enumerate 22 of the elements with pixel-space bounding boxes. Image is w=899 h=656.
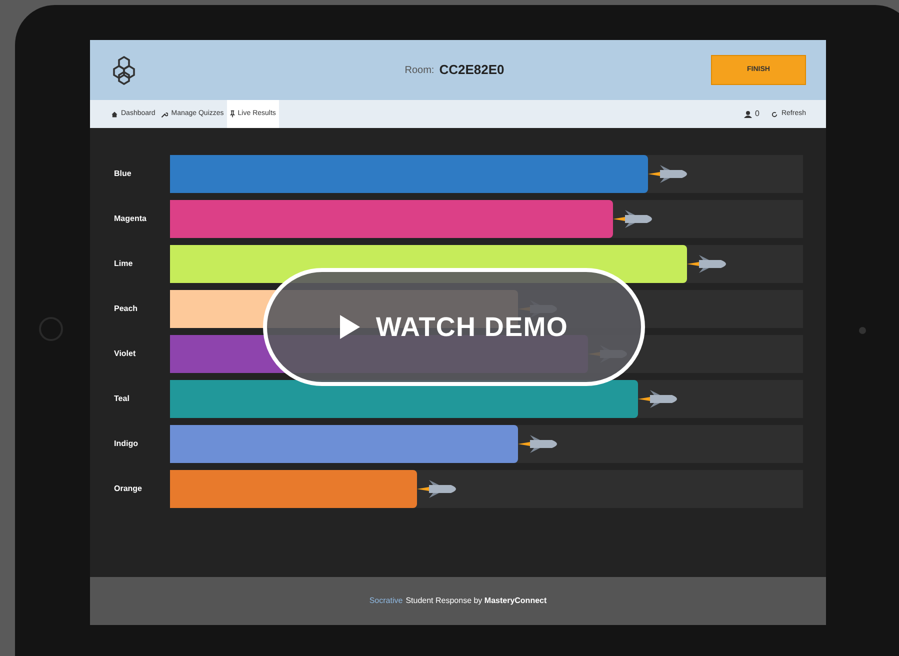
camera-icon bbox=[859, 327, 866, 334]
student-count: 0 bbox=[755, 108, 760, 120]
brand-name: Socrative bbox=[369, 595, 403, 607]
team-name: Violet bbox=[114, 348, 137, 360]
team-name: Orange bbox=[114, 483, 144, 495]
room-label: Room: bbox=[404, 64, 434, 78]
hexagon-logo-icon bbox=[110, 55, 138, 85]
team-name: Magenta bbox=[114, 213, 148, 225]
pin-icon bbox=[230, 110, 235, 118]
team-name: Indigo bbox=[114, 438, 139, 450]
team-name: Lime bbox=[114, 258, 134, 270]
team-name: Peach bbox=[114, 303, 139, 315]
play-icon bbox=[340, 315, 360, 339]
refresh-icon bbox=[771, 110, 778, 118]
wrench-icon bbox=[161, 110, 168, 118]
team-name: Teal bbox=[114, 393, 130, 405]
room-code: CC2E82E0 bbox=[439, 61, 504, 80]
footer-credit: Student Response by MasteryConnect bbox=[406, 595, 547, 607]
person-icon bbox=[744, 110, 752, 118]
watch-demo-dialog[interactable]: WATCH DEMO bbox=[263, 268, 645, 386]
home-icon bbox=[111, 110, 118, 118]
team-name: Blue bbox=[114, 168, 132, 180]
